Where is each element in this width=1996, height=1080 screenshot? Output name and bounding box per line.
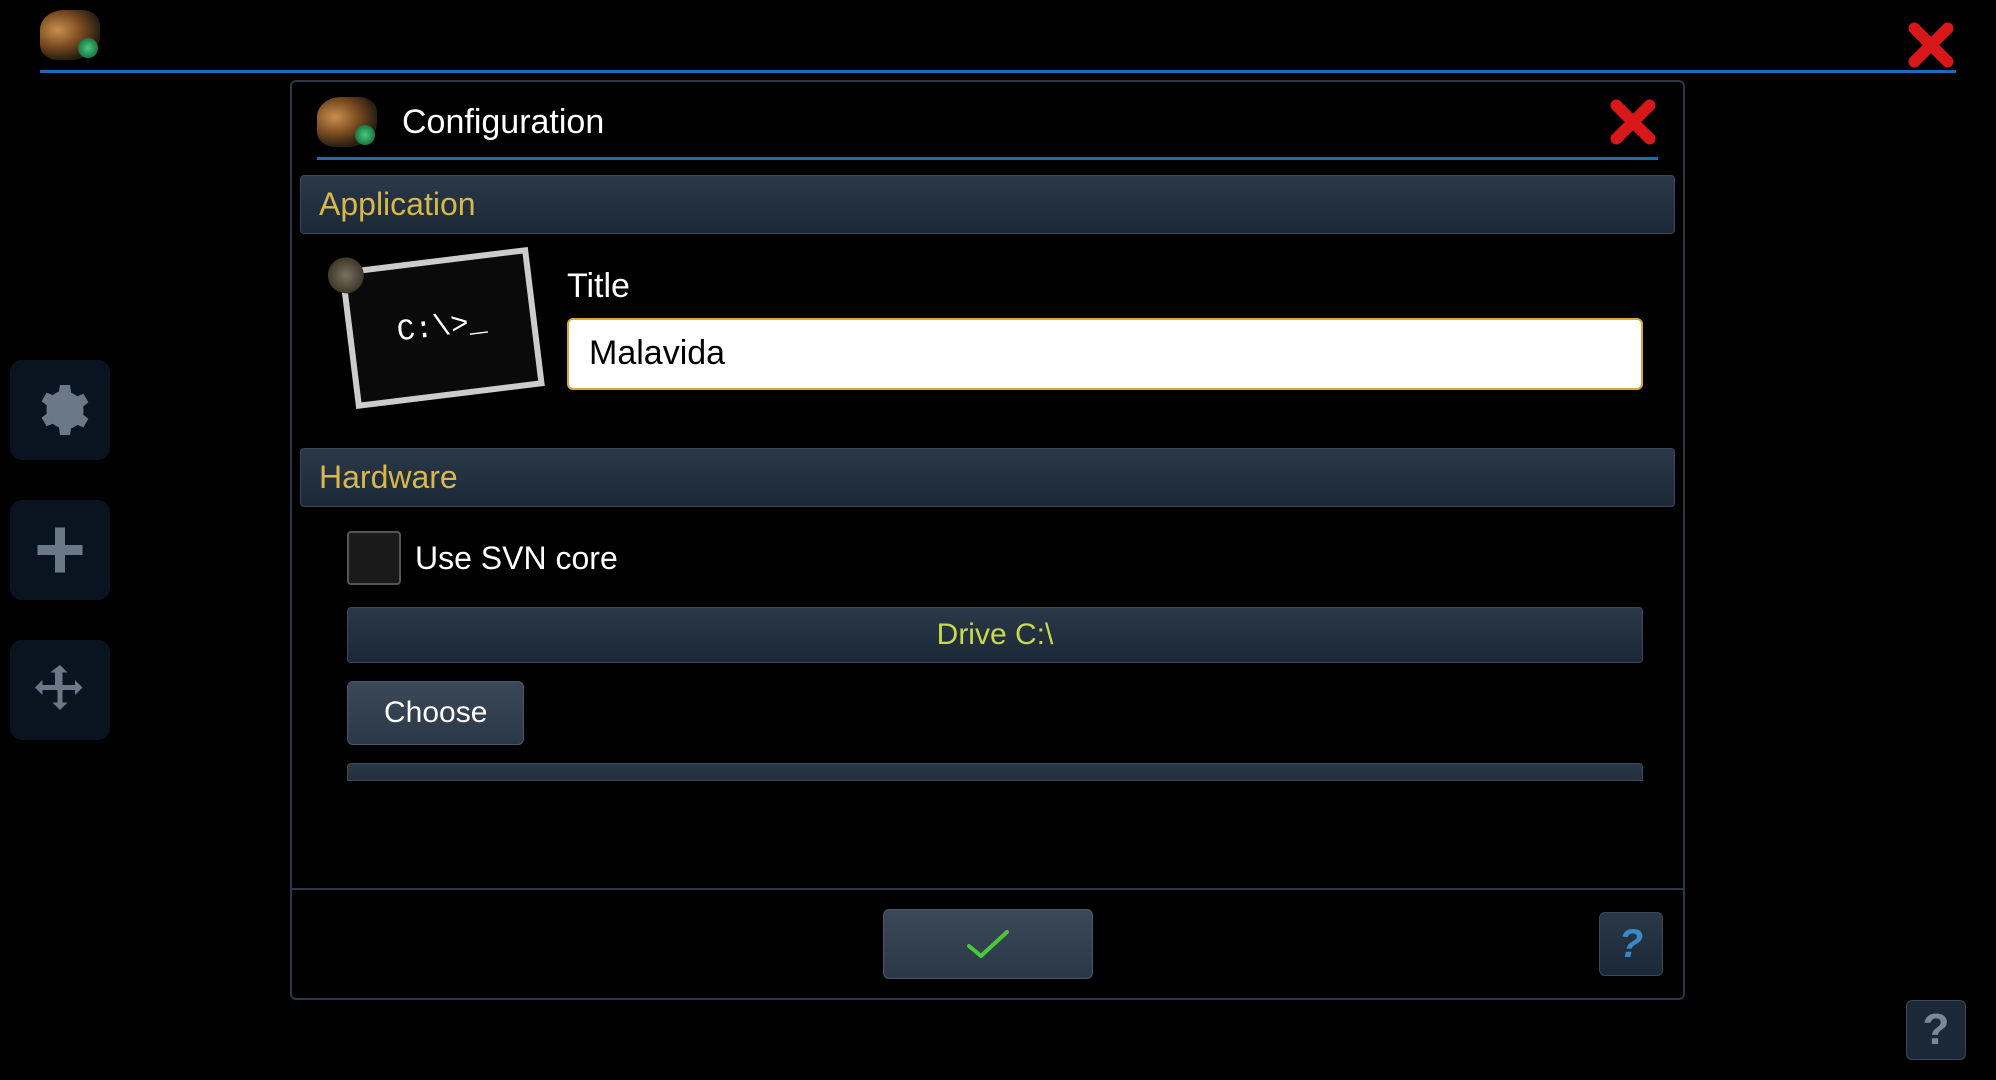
app-thumbnail[interactable]: C:\>_ xyxy=(339,247,545,409)
drive-c-label: Drive C:\ xyxy=(937,618,1054,651)
close-icon xyxy=(1608,97,1658,147)
add-button[interactable] xyxy=(10,500,110,600)
close-icon xyxy=(1906,20,1956,70)
thumb-text: C:\>_ xyxy=(395,306,488,351)
help-icon: ? xyxy=(1923,1005,1950,1055)
dialog-close-button[interactable] xyxy=(1608,97,1658,147)
background-help-button[interactable]: ? xyxy=(1906,1000,1966,1060)
title-label: Title xyxy=(567,267,1643,306)
help-icon: ? xyxy=(1619,922,1643,967)
sidebar xyxy=(10,360,130,740)
move-button[interactable] xyxy=(10,640,110,740)
confirm-button[interactable] xyxy=(883,909,1093,979)
plus-icon xyxy=(30,520,90,580)
dialog-divider xyxy=(317,157,1658,160)
dialog-logo xyxy=(317,97,377,147)
drive-c-row[interactable]: Drive C:\ xyxy=(347,607,1643,663)
svn-checkbox[interactable] xyxy=(347,531,401,585)
section-hardware: Hardware xyxy=(300,448,1675,507)
title-column: Title xyxy=(567,267,1643,390)
choose-button[interactable]: Choose xyxy=(347,681,524,745)
dialog-header: Configuration xyxy=(292,82,1683,157)
svn-label: Use SVN core xyxy=(415,540,618,577)
settings-button[interactable] xyxy=(10,360,110,460)
top-divider xyxy=(40,70,1956,73)
dialog-title: Configuration xyxy=(402,103,1608,142)
hardware-content: Use SVN core Drive C:\ Choose xyxy=(292,521,1683,781)
section-application-title: Application xyxy=(319,186,1656,223)
dialog-help-button[interactable]: ? xyxy=(1599,912,1663,976)
checkmark-icon xyxy=(963,924,1013,964)
section-application: Application xyxy=(300,175,1675,234)
move-icon xyxy=(30,660,90,720)
app-close-button[interactable] xyxy=(1906,20,1956,70)
gear-icon xyxy=(30,380,90,440)
next-row-peek xyxy=(347,763,1643,781)
application-row: C:\>_ Title xyxy=(292,248,1683,448)
svn-row: Use SVN core xyxy=(347,531,1643,585)
choose-label: Choose xyxy=(384,696,487,729)
dialog-body: Application C:\>_ Title Hardware Use SVN… xyxy=(292,175,1683,888)
configuration-dialog: Configuration Application C:\>_ Title Ha… xyxy=(290,80,1685,1000)
section-hardware-title: Hardware xyxy=(319,459,1656,496)
app-logo xyxy=(40,10,120,70)
title-input[interactable] xyxy=(567,318,1643,390)
dialog-footer: ? xyxy=(292,888,1683,998)
